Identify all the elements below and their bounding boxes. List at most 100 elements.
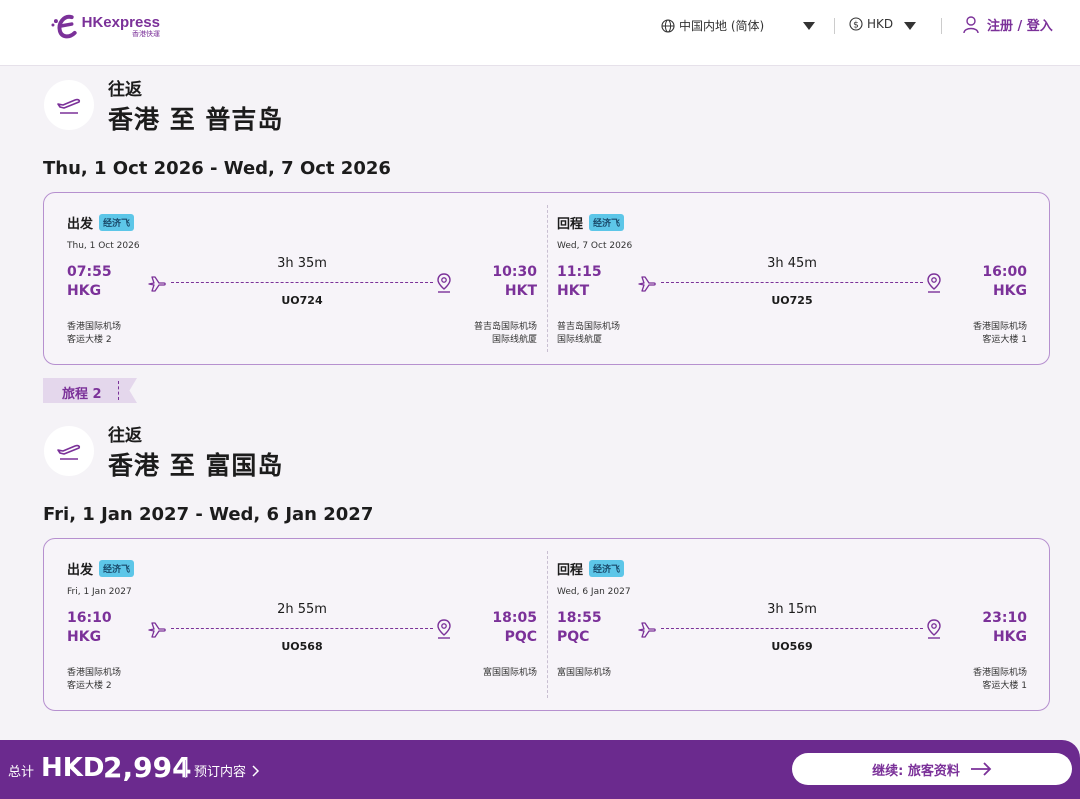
plane-icon bbox=[148, 276, 166, 292]
departure-code: HKG bbox=[67, 629, 102, 645]
leg-title: 出发 bbox=[67, 563, 94, 578]
location-pin-icon bbox=[437, 273, 451, 293]
departure-terminal: 客运大楼 2 bbox=[67, 335, 112, 345]
booking-details-link[interactable]: 预订内容 bbox=[194, 761, 260, 780]
departure-code: HKG bbox=[67, 283, 102, 299]
leg-title: 回程 bbox=[557, 217, 584, 232]
arrival-code: HKT bbox=[504, 283, 537, 299]
svg-text:$: $ bbox=[853, 21, 859, 31]
dollar-icon: $ bbox=[849, 17, 863, 31]
booking-details-label: 预订内容 bbox=[194, 765, 247, 780]
plane-icon bbox=[148, 622, 166, 638]
plane-icon bbox=[638, 276, 656, 292]
divider bbox=[185, 760, 186, 778]
arrival-terminal: 客运大楼 1 bbox=[982, 335, 1027, 345]
logo-brand: HKexpress bbox=[81, 14, 160, 31]
plane-icon bbox=[638, 622, 656, 638]
departure-terminal: 国际线航厦 bbox=[557, 335, 603, 345]
currency-label: HKD bbox=[867, 17, 894, 31]
trip-tag-label: 旅程 2 bbox=[62, 387, 102, 402]
arrival-terminal: 国际线航厦 bbox=[491, 335, 537, 345]
trip-type: 往返 bbox=[108, 426, 142, 446]
continue-label: 继续: 旅客资料 bbox=[872, 763, 960, 779]
flight-card: 出发 经济飞 Fri, 1 Jan 2027 16:10 HKG 2h 55m U… bbox=[43, 538, 1050, 711]
arrival-time: 10:30 bbox=[492, 264, 537, 280]
chevron-right-icon bbox=[252, 764, 260, 777]
divider bbox=[941, 18, 942, 34]
flight-duration: 3h 35m bbox=[277, 256, 327, 271]
outbound-leg: 出发 经济飞 Fri, 1 Jan 2027 16:10 HKG 2h 55m U… bbox=[67, 539, 547, 710]
arrival-code: PQC bbox=[504, 629, 537, 645]
return-leg: 回程 经济飞 Wed, 6 Jan 2027 18:55 PQC 3h 15m U… bbox=[557, 539, 1037, 710]
total-amount: 2,994 bbox=[103, 751, 192, 784]
leg-date: Thu, 1 Oct 2026 bbox=[67, 241, 140, 251]
arrow-right-icon bbox=[970, 762, 992, 776]
flight-path bbox=[661, 628, 923, 629]
fare-badge: 经济飞 bbox=[589, 214, 625, 231]
trip-date-range: Fri, 1 Jan 2027 - Wed, 6 Jan 2027 bbox=[43, 504, 374, 525]
continue-button[interactable]: 继续: 旅客资料 bbox=[792, 753, 1072, 785]
trip-type: 往返 bbox=[108, 80, 142, 100]
flight-duration: 2h 55m bbox=[277, 602, 327, 617]
departure-airport: 普吉岛国际机场 bbox=[557, 322, 621, 332]
departure-airport: 香港国际机场 bbox=[67, 322, 122, 332]
arrival-airport: 香港国际机场 bbox=[972, 668, 1027, 678]
chevron-down-icon[interactable] bbox=[904, 22, 916, 30]
flight-card: 出发 经济飞 Thu, 1 Oct 2026 07:55 HKG 3h 35m U… bbox=[43, 192, 1050, 365]
departure-airport: 富国国际机场 bbox=[557, 668, 612, 678]
location-pin-icon bbox=[927, 619, 941, 639]
location-pin-icon bbox=[927, 273, 941, 293]
currency-selector[interactable]: $ HKD bbox=[849, 17, 893, 31]
trip-date-range: Thu, 1 Oct 2026 - Wed, 7 Oct 2026 bbox=[43, 158, 391, 179]
language-label: 中国内地 (简体) bbox=[679, 19, 765, 33]
language-selector[interactable]: 中国内地 (简体) bbox=[661, 17, 764, 34]
trip-route: 香港 至 普吉岛 bbox=[108, 105, 284, 134]
plane-takeoff-icon bbox=[44, 80, 94, 130]
trip-route: 香港 至 富国岛 bbox=[108, 451, 284, 480]
flight-number: UO568 bbox=[281, 640, 323, 653]
hk-express-logo[interactable]: HKexpress 香港快運 bbox=[50, 11, 160, 41]
departure-code: PQC bbox=[557, 629, 590, 645]
arrival-airport: 普吉岛国际机场 bbox=[473, 322, 537, 332]
departure-time: 16:10 bbox=[67, 610, 112, 626]
outbound-leg: 出发 经济飞 Thu, 1 Oct 2026 07:55 HKG 3h 35m U… bbox=[67, 193, 547, 364]
leg-date: Wed, 6 Jan 2027 bbox=[557, 587, 631, 597]
departure-time: 07:55 bbox=[67, 264, 112, 280]
departure-code: HKT bbox=[557, 283, 590, 299]
divider bbox=[547, 205, 548, 352]
top-header: HKexpress 香港快運 中国内地 (简体) $ HKD 注册 / 登入 bbox=[0, 0, 1080, 66]
total-label: 总计 bbox=[8, 765, 35, 780]
flight-path bbox=[171, 628, 433, 629]
plane-takeoff-icon bbox=[44, 426, 94, 476]
arrival-airport: 富国国际机场 bbox=[482, 668, 537, 678]
arrival-time: 16:00 bbox=[982, 264, 1027, 280]
chevron-down-icon[interactable] bbox=[803, 22, 815, 30]
leg-title: 出发 bbox=[67, 217, 94, 232]
arrival-terminal: 客运大楼 1 bbox=[982, 681, 1027, 691]
departure-terminal: 客运大楼 2 bbox=[67, 681, 112, 691]
fare-badge: 经济飞 bbox=[99, 214, 135, 231]
user-icon bbox=[963, 15, 979, 33]
total-currency: HKD bbox=[41, 753, 105, 783]
departure-time: 11:15 bbox=[557, 264, 602, 280]
return-leg: 回程 经济飞 Wed, 7 Oct 2026 11:15 HKT 3h 45m U… bbox=[557, 193, 1037, 364]
leg-date: Wed, 7 Oct 2026 bbox=[557, 241, 633, 251]
login-button[interactable]: 注册 / 登入 bbox=[963, 15, 1053, 34]
divider bbox=[547, 551, 548, 698]
flight-number: UO569 bbox=[771, 640, 813, 653]
arrival-code: HKG bbox=[992, 629, 1027, 645]
divider bbox=[834, 18, 835, 34]
location-pin-icon bbox=[437, 619, 451, 639]
flight-path bbox=[171, 282, 433, 283]
departure-time: 18:55 bbox=[557, 610, 602, 626]
departure-airport: 香港国际机场 bbox=[67, 668, 122, 678]
arrival-airport: 香港国际机场 bbox=[972, 322, 1027, 332]
globe-icon bbox=[661, 18, 675, 33]
arrival-time: 23:10 bbox=[982, 610, 1027, 626]
logo-e-icon bbox=[51, 14, 77, 39]
flight-number: UO724 bbox=[281, 294, 323, 307]
flight-duration: 3h 45m bbox=[767, 256, 817, 271]
flight-duration: 3h 15m bbox=[767, 602, 817, 617]
arrival-time: 18:05 bbox=[492, 610, 537, 626]
trip-tag: 旅程 2 bbox=[43, 378, 137, 403]
